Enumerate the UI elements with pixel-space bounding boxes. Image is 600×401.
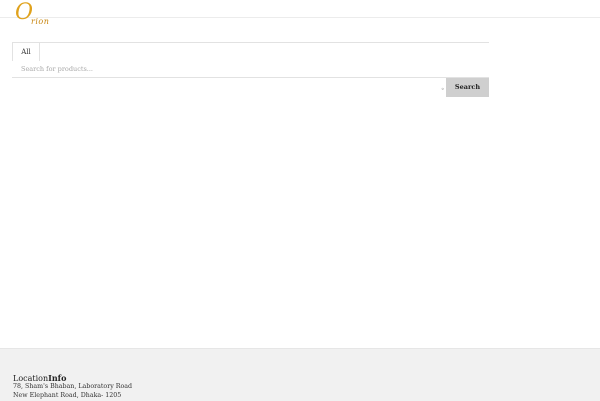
logo-text: rion — [31, 17, 50, 26]
search-button[interactable]: Search — [446, 78, 489, 97]
footer: LocationInfo 78, Sham's Bhaban, Laborato… — [0, 348, 600, 401]
search-input[interactable] — [12, 61, 489, 78]
category-select[interactable]: All — [12, 43, 40, 61]
category-row: All — [12, 42, 489, 62]
header-bar — [0, 0, 600, 18]
footer-heading: LocationInfo — [13, 373, 66, 383]
address-line-2: New Elephant Road, Dhaka- 1205 — [13, 392, 122, 399]
product-search-form: All — [12, 42, 489, 80]
footer-heading-bold: Info — [48, 373, 67, 383]
address-line-1: 78, Sham's Bhaban, Laboratory Road — [13, 383, 133, 390]
site-logo[interactable]: O rion — [15, 2, 55, 29]
footer-heading-plain: Location — [13, 374, 49, 383]
